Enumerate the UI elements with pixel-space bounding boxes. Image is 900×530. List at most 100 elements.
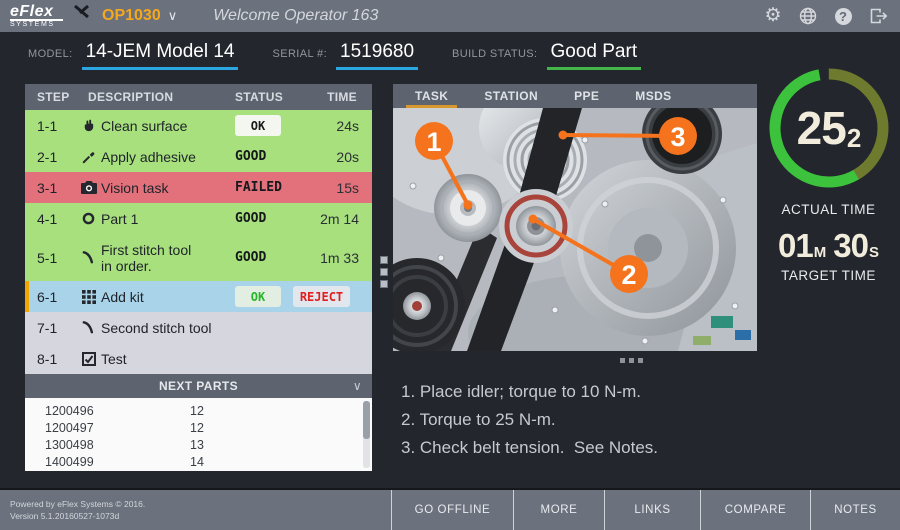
step-time: 20s — [313, 149, 372, 165]
tab-msds[interactable]: MSDS — [623, 84, 683, 108]
chevron-down-icon: ∨ — [168, 8, 178, 24]
marker-2[interactable]: 2 — [610, 255, 648, 293]
actual-time-value: 252 — [767, 66, 891, 190]
footer-credits: Powered by eFlex Systems © 2016. Version… — [10, 498, 145, 522]
engine-photo: 1 2 3 — [393, 108, 757, 351]
steps-panel: STEP DESCRIPTION STATUS TIME 1-1Clean su… — [25, 84, 372, 471]
column-header-description: DESCRIPTION — [88, 90, 235, 104]
image-carousel-dots[interactable] — [620, 358, 643, 363]
step-description: Test — [101, 351, 235, 367]
table-row-step-7-1[interactable]: 7-1Second stitch tool — [25, 312, 372, 343]
model-value[interactable]: 14-JEM Model 14 — [82, 41, 239, 70]
next-parts-list: 120049612 120049712 130049813140049914 — [25, 398, 372, 471]
svg-text:2: 2 — [621, 260, 636, 290]
step-time: 24s — [313, 118, 372, 134]
serial-value[interactable]: 1519680 — [336, 41, 418, 70]
station-selector[interactable]: OP1030 ∨ — [102, 7, 177, 25]
tool-icon — [76, 250, 101, 265]
top-icon-group: ⚙ ? — [763, 6, 888, 26]
links-button[interactable]: LINKS — [604, 490, 700, 530]
compare-button[interactable]: COMPARE — [700, 490, 810, 530]
logout-icon[interactable] — [868, 6, 888, 26]
part-row: 120049612 — [25, 402, 372, 419]
footer-bar: Powered by eFlex Systems © 2016. Version… — [0, 488, 900, 530]
notes-button[interactable]: NOTES — [810, 490, 900, 530]
operator-screen: eFlex SYSTEMS OP1030 ∨ Welcome Operator … — [0, 0, 900, 530]
table-row-step-1-1[interactable]: 1-1Clean surfaceOK24s — [25, 110, 372, 141]
step-description: First stitch toolin order. — [101, 242, 235, 274]
globe-icon[interactable] — [798, 6, 818, 26]
ok-button[interactable]: OK — [235, 286, 281, 307]
marker-1[interactable]: 1 — [415, 122, 453, 160]
step-status: OKREJECT — [235, 286, 313, 307]
instruction-line: 2. Torque to 25 N-m. — [401, 406, 658, 434]
chevron-down-icon: ∨ — [353, 379, 362, 393]
part-quantity: 12 — [190, 404, 204, 418]
logo-text: eFlex — [10, 5, 63, 21]
instruction-line: 3. Check belt tension. See Notes. — [401, 434, 658, 462]
more-button[interactable]: MORE — [513, 490, 604, 530]
step-number: 1-1 — [25, 118, 76, 134]
table-row-step-3-1[interactable]: 3-1Vision taskFAILED15s — [25, 172, 372, 203]
part-row: 140049914 — [25, 453, 372, 470]
help-icon[interactable]: ? — [833, 6, 853, 26]
reject-button[interactable]: REJECT — [293, 286, 350, 307]
step-time: 2m 14 — [313, 211, 372, 227]
part-quantity: 14 — [190, 455, 204, 469]
eflex-logo: eFlex SYSTEMS — [10, 3, 88, 29]
part-number: 1300498 — [25, 438, 190, 452]
gear-icon[interactable]: ⚙ — [763, 6, 783, 26]
serial-label: SERIAL #: — [272, 48, 327, 60]
ok-button[interactable]: OK — [235, 115, 281, 136]
build-status-value: Good Part — [547, 41, 642, 70]
status-text: GOOD — [235, 250, 266, 265]
panel-drag-handle[interactable] — [380, 256, 388, 288]
parts-scrollbar — [363, 401, 370, 468]
parts-rows: 120049612 120049712 130049813140049914 — [25, 402, 372, 470]
table-row-step-8-1[interactable]: 8-1 Test — [25, 343, 372, 374]
step-description: Add kit — [101, 289, 235, 305]
step-time: 1m 33 — [313, 250, 372, 266]
table-row-step-4-1[interactable]: 4-1Part 1GOOD2m 14 — [25, 203, 372, 234]
step-status: FAILED — [235, 180, 313, 195]
next-parts-title: NEXT PARTS — [159, 379, 238, 393]
marker-3[interactable]: 3 — [659, 117, 697, 155]
top-bar: eFlex SYSTEMS OP1030 ∨ Welcome Operator … — [0, 0, 900, 32]
table-row-step-5-1[interactable]: 5-1First stitch toolin order.GOOD1m 33 — [25, 234, 372, 281]
serial-group: SERIAL #: 1519680 — [272, 41, 418, 70]
hand-icon — [76, 118, 101, 133]
target-time-label: TARGET TIME — [757, 268, 900, 283]
next-parts-header[interactable]: NEXT PARTS ∨ — [25, 374, 372, 398]
parts-scrollbar-thumb[interactable] — [363, 401, 370, 439]
model-group: MODEL: 14-JEM Model 14 — [28, 41, 238, 70]
brush-icon — [76, 149, 101, 164]
version-text: Version 5.1.20160527-1073d — [10, 510, 145, 522]
task-panel: TASK STATION PPE MSDS — [393, 84, 757, 351]
step-number: 8-1 — [25, 351, 76, 367]
tab-task[interactable]: TASK — [403, 84, 460, 108]
steps-table-header: STEP DESCRIPTION STATUS TIME — [25, 84, 372, 110]
part-number: 1400499 — [25, 455, 190, 469]
step-number: 2-1 — [25, 149, 76, 165]
powered-by-text: Powered by eFlex Systems © 2016. — [10, 498, 145, 510]
step-time: 15s — [313, 180, 372, 196]
instruction-line: 1. Place idler; torque to 10 N-m. — [401, 378, 658, 406]
step-number: 6-1 — [25, 289, 76, 305]
task-tabs: TASK STATION PPE MSDS — [393, 84, 757, 108]
go-offline-button[interactable]: GO OFFLINE — [391, 490, 513, 530]
task-image: 1 2 3 — [393, 108, 757, 351]
target-time-value: 01M30S — [757, 227, 900, 265]
logo-swoosh-icon — [74, 5, 90, 19]
tab-station[interactable]: STATION — [472, 84, 550, 108]
column-header-time: TIME — [313, 90, 372, 104]
status-text: GOOD — [235, 149, 266, 164]
table-row-step-6-1[interactable]: 6-1Add kitOKREJECT — [25, 281, 372, 312]
part-quantity: 13 — [190, 438, 204, 452]
timer-panel: 252 ACTUAL TIME 01M30S TARGET TIME — [757, 60, 900, 283]
part-number: 1200497 — [25, 421, 190, 435]
status-text: FAILED — [235, 180, 282, 195]
tab-ppe[interactable]: PPE — [562, 84, 611, 108]
tool-icon — [76, 320, 101, 335]
column-header-status: STATUS — [235, 90, 313, 104]
table-row-step-2-1[interactable]: 2-1Apply adhesiveGOOD20s — [25, 141, 372, 172]
